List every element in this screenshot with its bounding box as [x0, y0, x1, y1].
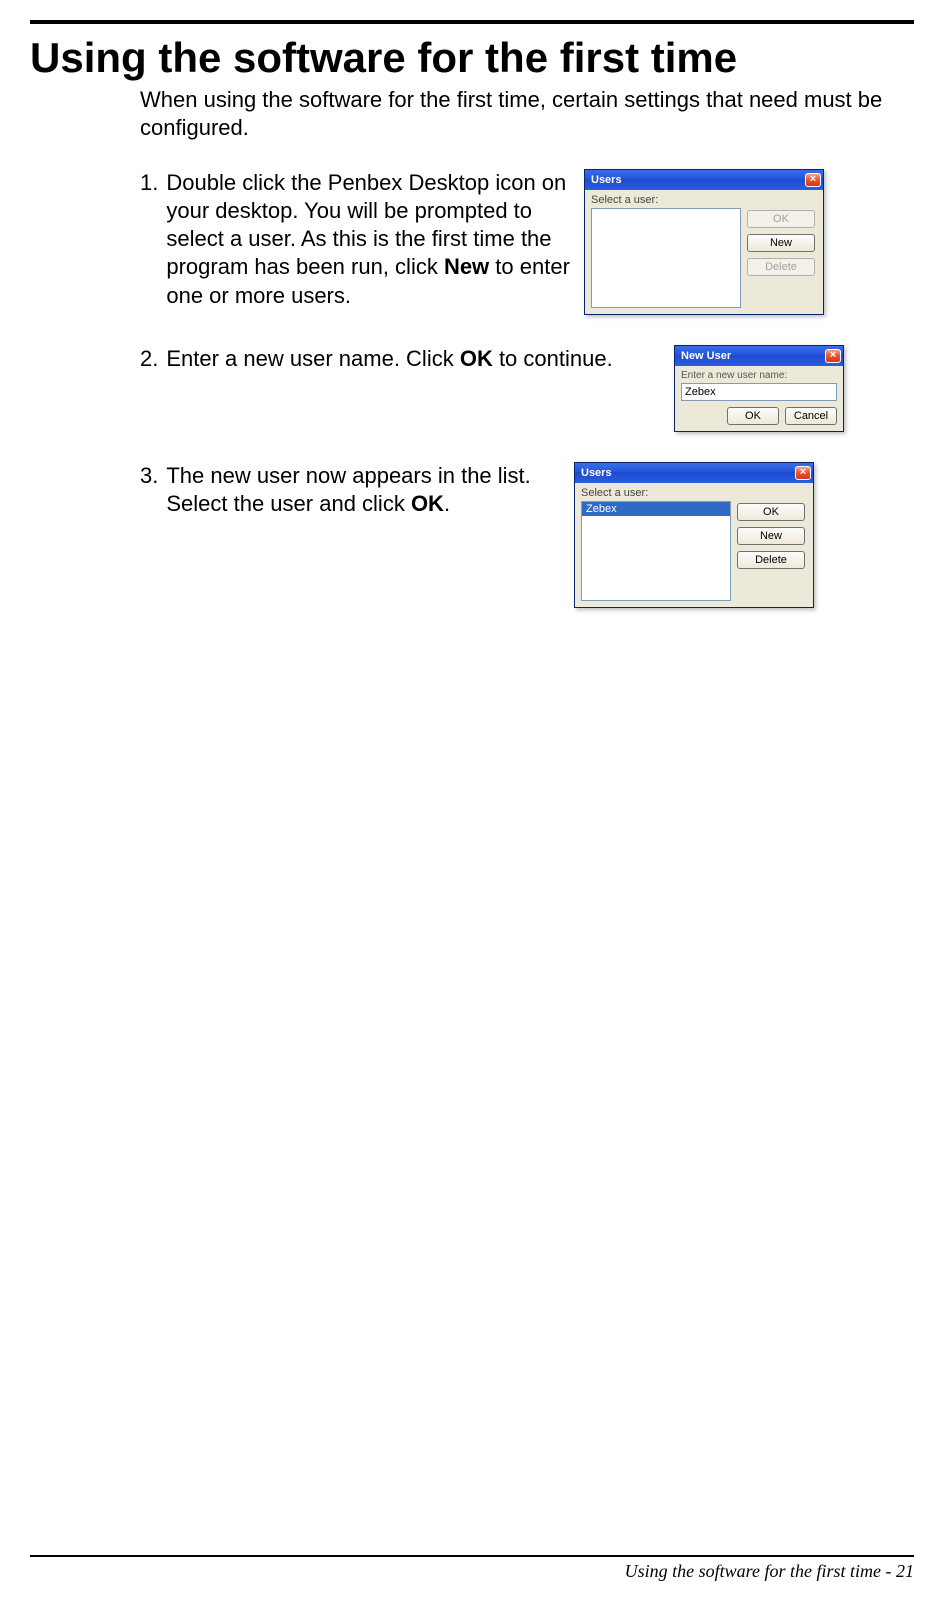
ok-button[interactable]: OK: [727, 407, 779, 425]
step-1-number: 1.: [140, 169, 158, 310]
step-2: 2. Enter a new user name. Click OK to co…: [140, 345, 914, 432]
select-user-label: Select a user:: [591, 194, 817, 206]
step-3-body: The new user now appears in the list. Se…: [166, 462, 560, 518]
delete-button[interactable]: Delete: [747, 258, 815, 276]
step-3-number: 3.: [140, 462, 158, 518]
step-2-bold: OK: [460, 346, 493, 371]
username-input[interactable]: [681, 383, 837, 401]
new-user-titlebar[interactable]: New User ×: [675, 346, 843, 366]
close-icon[interactable]: ×: [795, 466, 811, 480]
users-title: Users: [591, 174, 622, 186]
users-titlebar[interactable]: Users ×: [575, 463, 813, 483]
step-3-bold: OK: [411, 491, 444, 516]
enter-name-label: Enter a new user name:: [681, 370, 837, 381]
step-2-body: Enter a new user name. Click OK to conti…: [166, 345, 612, 373]
users-listbox[interactable]: Zebex: [581, 501, 731, 601]
users-dialog-selected: Users × Select a user: Zebex OK New Dele…: [574, 462, 814, 608]
ok-button[interactable]: OK: [747, 210, 815, 228]
select-user-label: Select a user:: [581, 487, 807, 499]
step-2-t1: Enter a new user name. Click: [166, 346, 459, 371]
top-rule: [30, 20, 914, 24]
intro-paragraph: When using the software for the first ti…: [140, 86, 914, 141]
step-1-bold: New: [444, 254, 489, 279]
close-icon[interactable]: ×: [805, 173, 821, 187]
page-footer: Using the software for the first time - …: [30, 1555, 914, 1582]
close-icon[interactable]: ×: [825, 349, 841, 363]
step-3: 3. The new user now appears in the list.…: [140, 462, 914, 608]
users-titlebar[interactable]: Users ×: [585, 170, 823, 190]
page-heading: Using the software for the first time: [30, 34, 914, 82]
step-1: 1. Double click the Penbex Desktop icon …: [140, 169, 914, 315]
step-3-t1: The new user now appears in the list. Se…: [166, 463, 530, 516]
ok-button[interactable]: OK: [737, 503, 805, 521]
step-3-t2: .: [444, 491, 450, 516]
users-body: Select a user: OK New Delete: [585, 190, 823, 314]
bottom-rule: [30, 1555, 914, 1557]
new-user-body: Enter a new user name: OK Cancel: [675, 366, 843, 431]
footer-text: Using the software for the first time - …: [30, 1561, 914, 1582]
step-2-t2: to continue.: [493, 346, 613, 371]
new-user-title: New User: [681, 350, 731, 362]
cancel-button[interactable]: Cancel: [785, 407, 837, 425]
step-2-number: 2.: [140, 345, 158, 373]
steps-list: 1. Double click the Penbex Desktop icon …: [140, 169, 914, 608]
step-2-text: 2. Enter a new user name. Click OK to co…: [140, 345, 660, 373]
users-dialog-empty: Users × Select a user: OK New Delete: [584, 169, 824, 315]
delete-button[interactable]: Delete: [737, 551, 805, 569]
users-listbox-empty[interactable]: [591, 208, 741, 308]
new-user-dialog: New User × Enter a new user name: OK Can…: [674, 345, 844, 432]
users-body: Select a user: Zebex OK New Delete: [575, 483, 813, 607]
users-title: Users: [581, 467, 612, 479]
step-1-text: 1. Double click the Penbex Desktop icon …: [140, 169, 570, 310]
step-1-body: Double click the Penbex Desktop icon on …: [166, 169, 570, 310]
list-item[interactable]: Zebex: [582, 502, 730, 516]
new-button[interactable]: New: [747, 234, 815, 252]
step-3-text: 3. The new user now appears in the list.…: [140, 462, 560, 518]
new-button[interactable]: New: [737, 527, 805, 545]
